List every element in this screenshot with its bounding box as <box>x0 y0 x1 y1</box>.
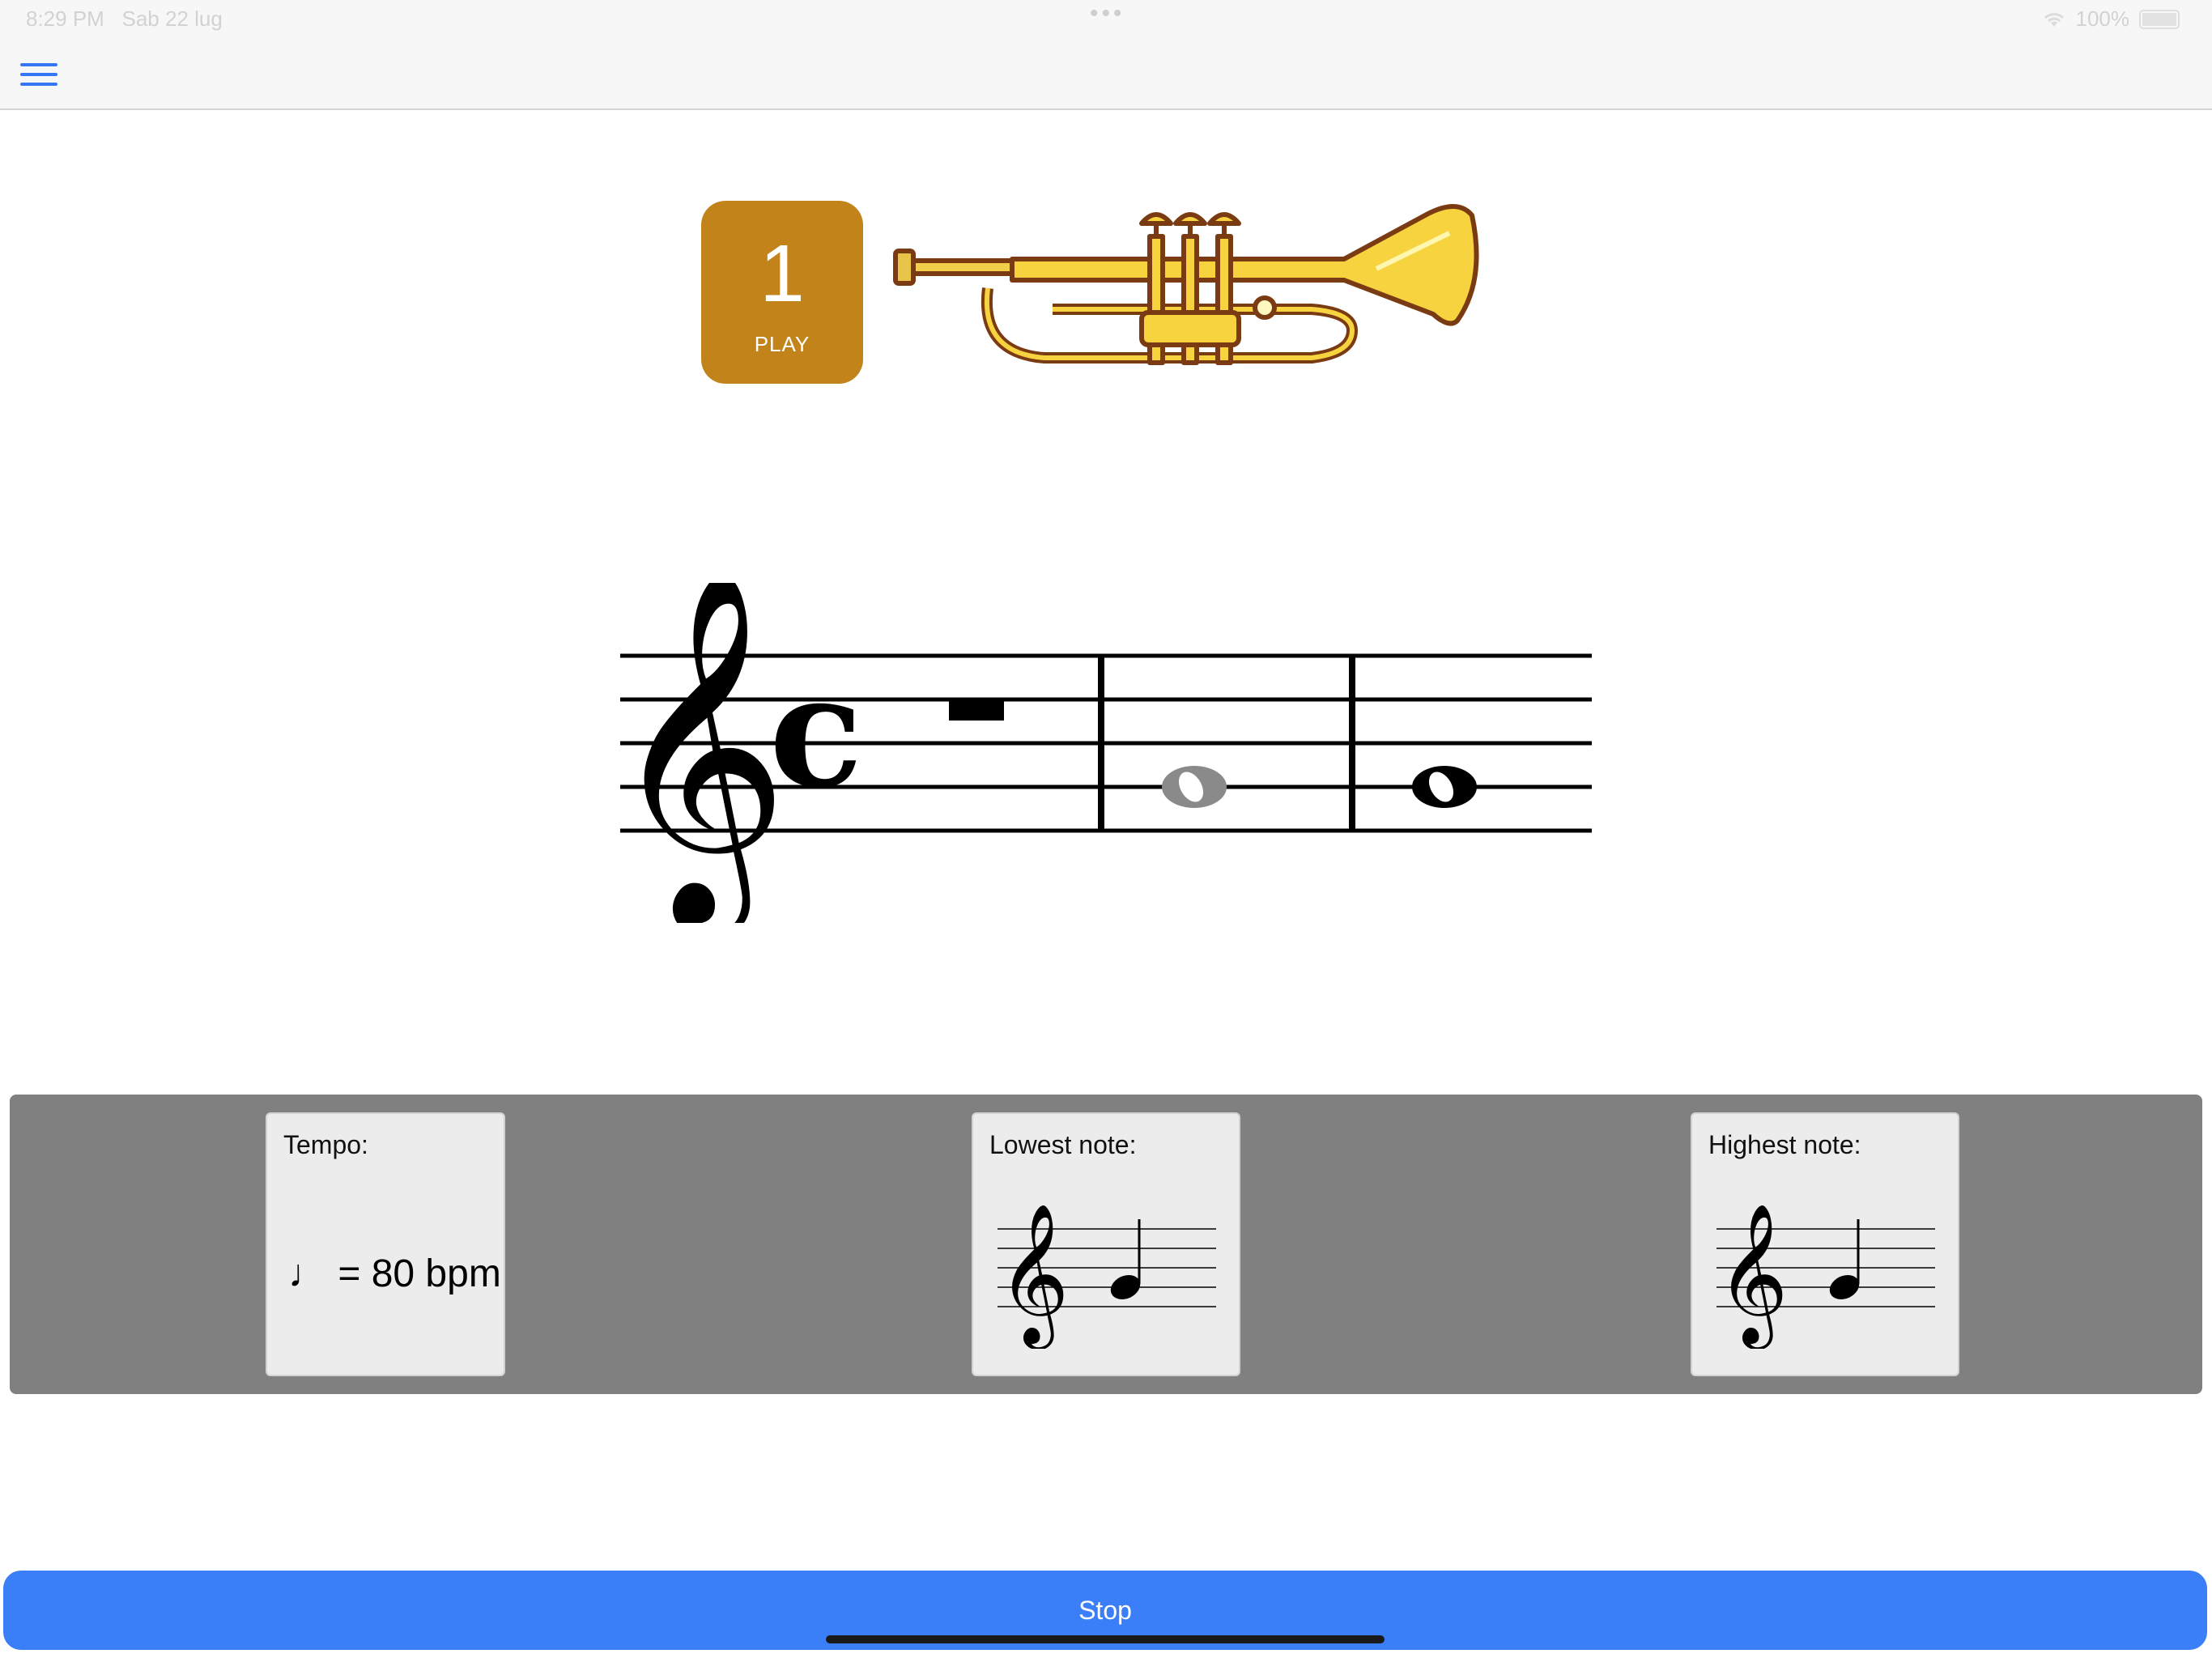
tempo-card[interactable]: Tempo: ♩ = 80 bpm <box>266 1112 505 1376</box>
count-number: 1 <box>759 228 805 319</box>
count-in-play-button[interactable]: 1 PLAY <box>701 201 863 384</box>
status-date: Sab 22 lug <box>121 6 223 31</box>
highest-note-title: Highest note: <box>1708 1130 1861 1159</box>
status-right: 100% <box>2042 6 2180 32</box>
battery-percentage: 100% <box>2075 6 2130 31</box>
treble-clef-icon: 𝄞 <box>615 583 789 923</box>
play-label: PLAY <box>754 332 810 356</box>
highest-note-staff: 𝄞 <box>1716 1203 1935 1349</box>
battery-icon <box>2139 9 2180 29</box>
highest-note-card[interactable]: Highest note: 𝄞 <box>1691 1112 1959 1376</box>
treble-clef-icon: 𝄞 <box>998 1203 1070 1349</box>
treble-clef-icon: 𝄞 <box>1716 1203 1789 1349</box>
whole-note-current-icon <box>1412 766 1477 808</box>
lowest-note-staff: 𝄞 <box>998 1203 1216 1349</box>
trumpet-illustration <box>893 204 1479 365</box>
common-time-icon: c <box>769 641 863 822</box>
tempo-title: Tempo: <box>283 1130 368 1159</box>
music-score: 𝄞 c <box>615 583 1592 923</box>
hamburger-menu-icon[interactable] <box>18 60 62 89</box>
settings-panel: Tempo: ♩ = 80 bpm Lowest note: 𝄞 Highest… <box>10 1095 2202 1394</box>
wifi-icon <box>2044 12 2064 27</box>
whole-note-played-icon <box>1162 766 1227 808</box>
lowest-note-card[interactable]: Lowest note: 𝄞 <box>972 1112 1240 1376</box>
status-datetime: 8:29 PM Sab 22 lug <box>26 6 223 32</box>
status-bar: 8:29 PM Sab 22 lug ••• 100% <box>0 0 2212 39</box>
multitask-dots[interactable]: ••• <box>1090 0 1125 28</box>
home-indicator[interactable] <box>826 1635 1385 1643</box>
half-rest-icon <box>949 699 1004 721</box>
status-time: 8:29 PM <box>26 6 104 31</box>
lowest-note-title: Lowest note: <box>989 1130 1137 1159</box>
tempo-value: ♩ = 80 bpm <box>288 1252 501 1295</box>
